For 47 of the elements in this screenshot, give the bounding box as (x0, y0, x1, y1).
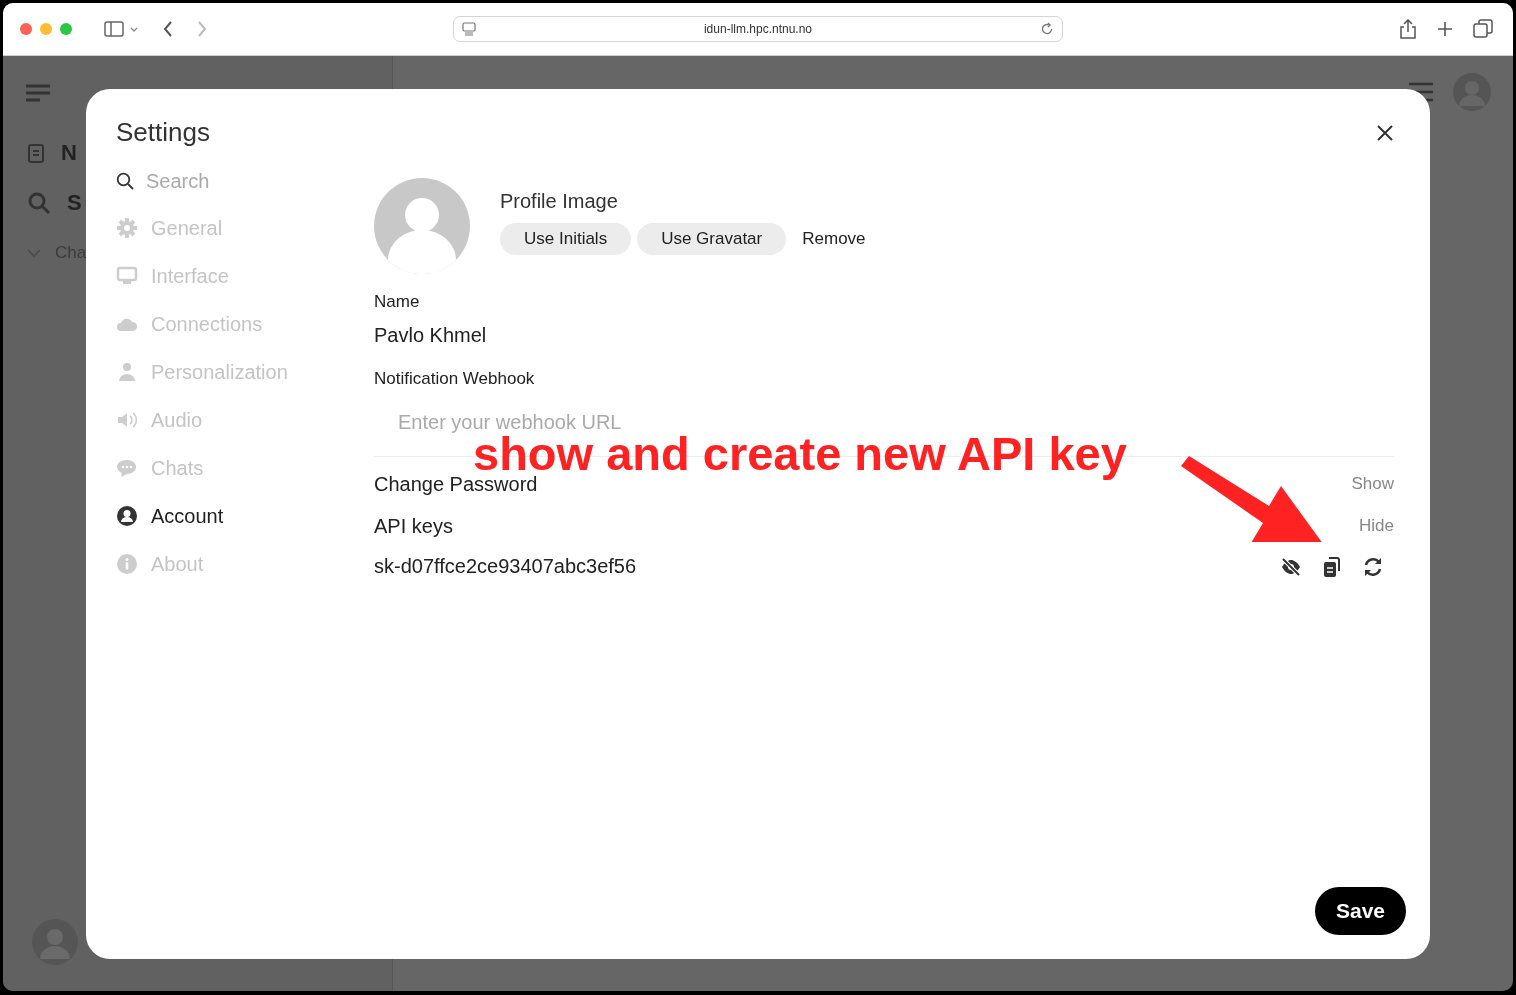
api-keys-label: API keys (374, 514, 453, 538)
url-text: idun-llm.hpc.ntnu.no (703, 22, 813, 36)
settings-nav-item[interactable]: Personalization (116, 348, 374, 396)
tabs-overview-icon[interactable] (1473, 19, 1493, 39)
show-button[interactable]: Show (1351, 474, 1394, 494)
sidebar-item[interactable]: N (61, 140, 77, 166)
webhook-label: Notification Webhook (374, 369, 536, 389)
save-button[interactable]: Save (1314, 887, 1406, 935)
settings-nav-item[interactable]: Account (116, 492, 374, 540)
address-bar[interactable]: idun-llm.hpc.ntnu.no (453, 16, 1063, 42)
close-icon[interactable] (1376, 123, 1394, 142)
profile-option-button[interactable]: Use Initials (500, 223, 632, 255)
copy-icon[interactable] (1322, 555, 1342, 578)
gear-icon (116, 217, 138, 239)
note-icon (27, 142, 45, 164)
hide-button[interactable]: Hide (1359, 516, 1394, 536)
dialog-title: Settings (116, 117, 210, 148)
share-icon[interactable] (1399, 19, 1417, 39)
info-icon (116, 553, 138, 575)
settings-nav-item[interactable]: General (116, 204, 374, 252)
monitor-icon (116, 265, 138, 287)
settings-nav-item[interactable]: Audio (116, 396, 374, 444)
person-icon (116, 361, 138, 383)
reload-icon[interactable] (1040, 22, 1054, 36)
close-window-button[interactable] (20, 23, 32, 35)
user-circle-icon (116, 505, 138, 527)
settings-nav-item[interactable]: Chats (116, 444, 374, 492)
search-icon (27, 191, 51, 215)
profile-option-button[interactable]: Use Gravatar (637, 223, 787, 255)
sidebar-item[interactable]: S (67, 190, 82, 216)
settings-nav-item[interactable]: Interface (116, 252, 374, 300)
new-tab-icon[interactable] (1437, 21, 1453, 37)
search-icon (116, 172, 134, 190)
settings-nav-item[interactable]: Connections (116, 300, 374, 348)
settings-nav-item[interactable]: About (116, 540, 374, 588)
profile-image-label: Profile Image (500, 190, 619, 213)
eye-slash-icon[interactable] (1280, 555, 1302, 578)
refresh-icon[interactable] (1362, 555, 1384, 578)
name-label: Name (374, 292, 421, 312)
sidebar-toggle-icon[interactable] (104, 20, 138, 38)
speaker-icon (116, 409, 138, 431)
remove-button[interactable]: Remove (792, 223, 876, 255)
page-icon (462, 22, 476, 36)
api-key-text: sk-d07ffce2ce93407abc3ef56 (374, 555, 637, 578)
back-icon[interactable] (162, 20, 174, 38)
chat-bubble-icon (116, 457, 138, 479)
change-password-label: Change Password (374, 472, 538, 496)
